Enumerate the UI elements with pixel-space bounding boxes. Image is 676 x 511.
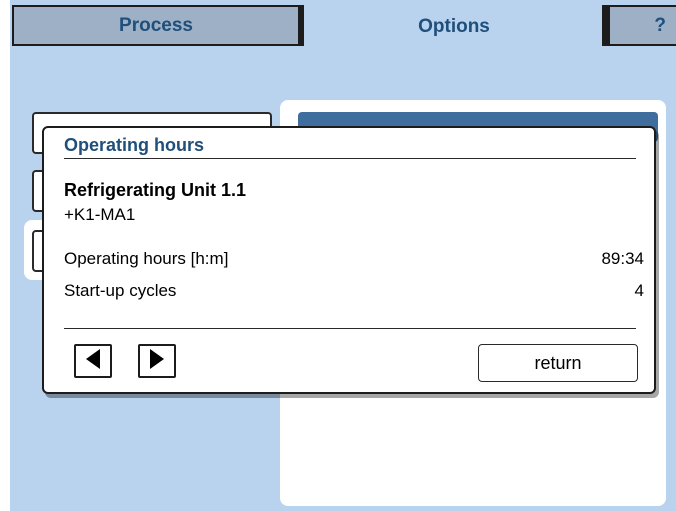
unit-code: +K1-MA1	[64, 205, 136, 224]
return-button-label: return	[534, 352, 582, 373]
operating-hours-value: 89:34	[601, 249, 644, 268]
operating-hours-dialog: Operating hours Refrigerating Unit 1.1 +…	[42, 126, 656, 394]
startup-cycles-value: 4	[634, 281, 644, 300]
triangle-left-icon	[86, 348, 100, 374]
title-divider	[64, 158, 636, 159]
tab-help-label: ?	[654, 14, 666, 36]
operating-hours-label: Operating hours [h:m]	[64, 249, 229, 268]
tab-process[interactable]: Process	[12, 5, 304, 46]
triangle-right-icon	[150, 348, 164, 374]
tab-help[interactable]: ?	[602, 5, 676, 46]
startup-cycles-label: Start-up cycles	[64, 281, 177, 300]
previous-button[interactable]	[74, 344, 112, 378]
tab-process-label: Process	[119, 14, 193, 36]
tab-options-label: Options	[418, 15, 490, 37]
hmi-screen: Process Options ? Operating hours Refrig…	[10, 0, 676, 511]
next-button[interactable]	[138, 344, 176, 378]
footer-divider	[64, 328, 636, 329]
unit-name: Refrigerating Unit 1.1	[64, 180, 247, 200]
dialog-title: Operating hours	[64, 135, 205, 155]
tab-options[interactable]: Options	[310, 5, 598, 46]
return-button[interactable]: return	[478, 344, 638, 382]
